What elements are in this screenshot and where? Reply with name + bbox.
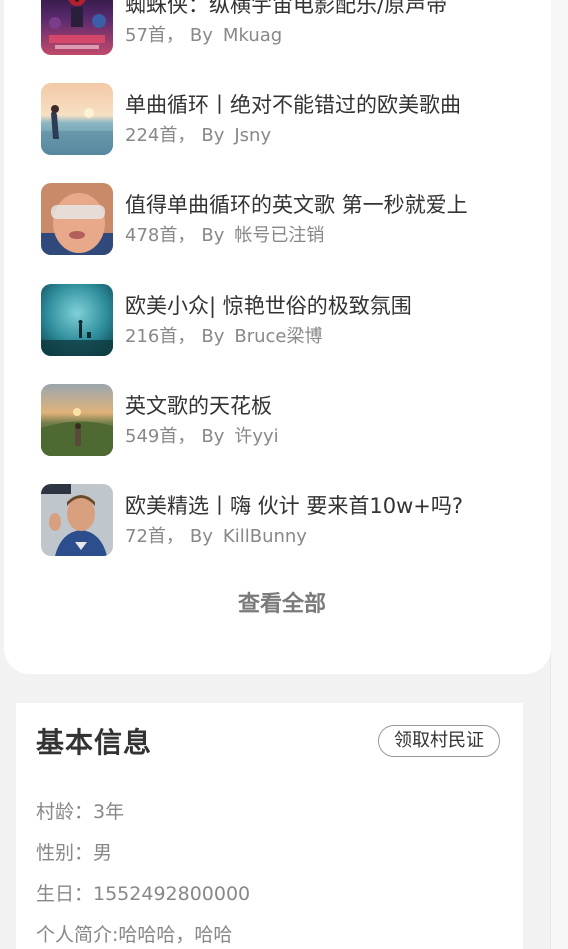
playlist-item[interactable]: 欧美小众| 惊艳世俗的极致氛围 216首， By Bruce梁博 bbox=[41, 283, 541, 357]
playlist-author[interactable]: 许yyi bbox=[234, 426, 278, 447]
playlist-meta: 72首， By KillBunny bbox=[125, 524, 307, 550]
by-label: By bbox=[189, 25, 213, 46]
playlist-title[interactable]: 欧美小众| 惊艳世俗的极致氛围 bbox=[125, 292, 412, 320]
playlist-meta: 57首， By Mkuag bbox=[125, 23, 282, 49]
playlist-author[interactable]: Mkuag bbox=[223, 25, 282, 46]
by-label: By bbox=[201, 425, 225, 447]
view-all-link[interactable]: 查看全部 bbox=[4, 586, 560, 618]
playlist-meta: 549首， By 许yyi bbox=[125, 424, 279, 450]
song-count: 72首， bbox=[125, 525, 184, 547]
playlist-card: 蜘蛛侠：纵横宇宙电影配乐/原声带 57首， By Mkuag 单曲循环丨绝对不能… bbox=[4, 0, 551, 674]
playlist-meta: 478首， By 帐号已注销 bbox=[125, 223, 324, 249]
song-count: 216首， bbox=[125, 325, 196, 347]
playlist-title[interactable]: 蜘蛛侠：纵横宇宙电影配乐/原声带 bbox=[125, 0, 447, 19]
playlist-meta: 224首， By Jsny bbox=[125, 123, 271, 149]
playlist-title[interactable]: 单曲循环丨绝对不能错过的欧美歌曲 bbox=[125, 91, 461, 119]
gender: 性别：男 bbox=[36, 842, 113, 864]
bio: 个人简介:哈哈哈，哈哈 bbox=[36, 924, 233, 946]
playlist-item[interactable]: 英文歌的天花板 549首， By 许yyi bbox=[41, 383, 541, 457]
playlist-meta: 216首， By Bruce梁博 bbox=[125, 324, 323, 350]
playlist-item[interactable]: 欧美精选丨嗨 伙计 要来首10w+吗? 72首， By KillBunny bbox=[41, 483, 541, 557]
playlist-item[interactable]: 单曲循环丨绝对不能错过的欧美歌曲 224首， By Jsny bbox=[41, 83, 541, 156]
playlist-author[interactable]: Jsny bbox=[234, 125, 271, 146]
page: 蜘蛛侠：纵横宇宙电影配乐/原声带 57首， By Mkuag 单曲循环丨绝对不能… bbox=[0, 0, 568, 949]
scrollbar-track[interactable] bbox=[550, 0, 568, 949]
playlist-author[interactable]: KillBunny bbox=[223, 526, 307, 547]
by-label: By bbox=[201, 325, 225, 347]
song-count: 478首， bbox=[125, 225, 196, 247]
basic-info-card: 基本信息 领取村民证 村龄：3年 性别：男 生日：1552492800000 个… bbox=[16, 703, 523, 949]
by-label: By bbox=[201, 225, 225, 247]
man-portrait-cover[interactable] bbox=[41, 483, 113, 556]
village-age: 村龄：3年 bbox=[36, 801, 125, 823]
playlist-item[interactable]: 蜘蛛侠：纵横宇宙电影配乐/原声带 57首， By Mkuag bbox=[41, 0, 541, 56]
section-title: 基本信息 bbox=[36, 726, 153, 759]
playlist-title[interactable]: 值得单曲循环的英文歌 第一秒就爱上 bbox=[125, 191, 468, 219]
beach-sunset-cover[interactable] bbox=[41, 83, 113, 156]
playlist-title[interactable]: 英文歌的天花板 bbox=[125, 392, 272, 420]
song-count: 57首， bbox=[125, 25, 184, 46]
playlist-title[interactable]: 欧美精选丨嗨 伙计 要来首10w+吗? bbox=[125, 492, 463, 520]
claim-villager-card-button[interactable]: 领取村民证 bbox=[378, 725, 500, 757]
by-label: By bbox=[189, 525, 213, 547]
spiderman-cover[interactable] bbox=[41, 0, 113, 55]
playlist-author[interactable]: 帐号已注销 bbox=[234, 225, 324, 246]
hill-sunset-cover[interactable] bbox=[41, 383, 113, 456]
misty-blue-cover[interactable] bbox=[41, 283, 113, 356]
playlist-item[interactable]: 值得单曲循环的英文歌 第一秒就爱上 478首， By 帐号已注销 bbox=[41, 183, 541, 256]
playlist-author[interactable]: Bruce梁博 bbox=[234, 326, 322, 347]
face-glasses-cover[interactable] bbox=[41, 183, 113, 256]
by-label: By bbox=[201, 125, 225, 147]
birthday: 生日：1552492800000 bbox=[36, 883, 251, 905]
song-count: 224首， bbox=[125, 125, 196, 147]
song-count: 549首， bbox=[125, 425, 196, 447]
playlist-list: 蜘蛛侠：纵横宇宙电影配乐/原声带 57首， By Mkuag 单曲循环丨绝对不能… bbox=[41, 0, 541, 584]
